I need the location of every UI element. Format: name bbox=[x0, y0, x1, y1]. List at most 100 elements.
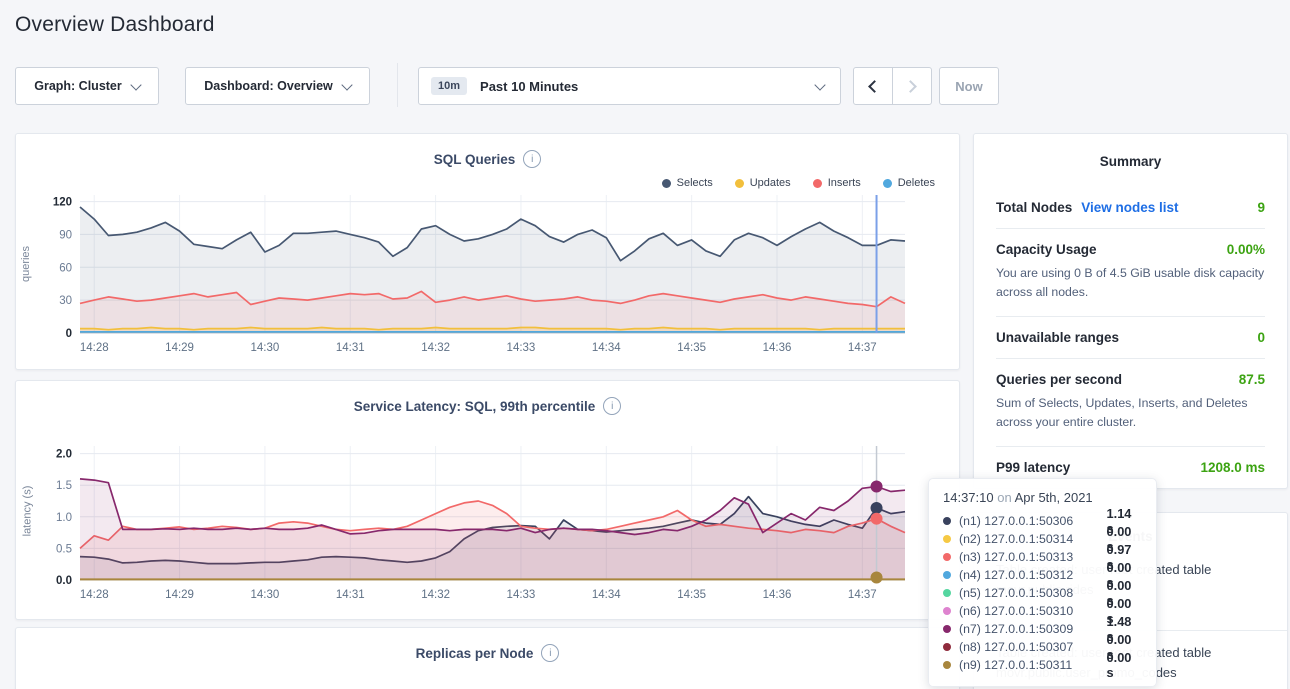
tooltip-node-label: (n7) 127.0.0.1:50309 bbox=[959, 622, 1107, 636]
sql-queries-title: SQL Queries i bbox=[15, 150, 960, 168]
p99-latency-value: 1208.0 ms bbox=[1200, 460, 1265, 475]
node-dot-icon bbox=[943, 625, 951, 633]
svg-text:1.0: 1.0 bbox=[56, 512, 72, 524]
svg-text:0.5: 0.5 bbox=[56, 543, 72, 555]
svg-text:60: 60 bbox=[59, 262, 72, 274]
prev-time-window-button[interactable] bbox=[854, 68, 892, 104]
tooltip-rows: (n1) 127.0.0.1:503061.14 s(n2) 127.0.0.1… bbox=[943, 512, 1142, 674]
svg-text:0: 0 bbox=[66, 328, 72, 340]
info-icon[interactable]: i bbox=[541, 644, 559, 662]
svg-text:14:28: 14:28 bbox=[80, 342, 109, 354]
chevron-down-icon bbox=[130, 79, 141, 90]
sql-queries-title-text: SQL Queries bbox=[434, 152, 516, 167]
chevron-down-icon bbox=[341, 79, 352, 90]
view-nodes-list-link[interactable]: View nodes list bbox=[1081, 200, 1178, 215]
queries-per-second-label: Queries per second bbox=[996, 372, 1122, 387]
now-button[interactable]: Now bbox=[939, 67, 999, 105]
p99-latency-label: P99 latency bbox=[996, 460, 1070, 475]
summary-row-unavailable-ranges: Unavailable ranges 0 bbox=[996, 316, 1265, 358]
svg-text:14:30: 14:30 bbox=[251, 342, 280, 354]
controls-divider bbox=[397, 63, 398, 107]
node-dot-icon bbox=[943, 571, 951, 579]
tooltip-node-label: (n5) 127.0.0.1:50308 bbox=[959, 586, 1107, 600]
overview-dashboard-page: Overview Dashboard Graph: Cluster Dashbo… bbox=[0, 0, 1290, 689]
unavailable-ranges-value: 0 bbox=[1257, 330, 1265, 345]
legend-item-updates[interactable]: Updates bbox=[735, 177, 791, 189]
tooltip-node-label: (n2) 127.0.0.1:50314 bbox=[959, 532, 1107, 546]
svg-text:14:35: 14:35 bbox=[677, 342, 706, 354]
service-latency-title: Service Latency: SQL, 99th percentile i bbox=[15, 397, 960, 415]
capacity-usage-desc: You are using 0 B of 4.5 GiB usable disk… bbox=[996, 264, 1265, 303]
service-latency-title-text: Service Latency: SQL, 99th percentile bbox=[354, 399, 596, 414]
deletes-dot-icon bbox=[883, 179, 892, 188]
total-nodes-label: Total Nodes bbox=[996, 200, 1072, 215]
capacity-usage-label: Capacity Usage bbox=[996, 242, 1097, 257]
service-latency-chart[interactable]: 0.00.51.01.52.014:2814:2914:3014:3114:32… bbox=[15, 438, 910, 604]
svg-text:14:32: 14:32 bbox=[421, 589, 450, 601]
now-button-label: Now bbox=[955, 79, 982, 94]
tooltip-node-label: (n8) 127.0.0.1:50307 bbox=[959, 640, 1107, 654]
svg-text:2.0: 2.0 bbox=[56, 449, 72, 461]
svg-text:14:31: 14:31 bbox=[336, 589, 365, 601]
svg-text:120: 120 bbox=[53, 197, 72, 209]
info-icon[interactable]: i bbox=[603, 397, 621, 415]
chevron-left-icon bbox=[868, 80, 881, 93]
time-range-badge: 10m bbox=[431, 77, 467, 95]
svg-text:14:34: 14:34 bbox=[592, 589, 621, 601]
tooltip-node-value: 0.00 s bbox=[1107, 650, 1142, 680]
summary-row-capacity-usage: Capacity Usage 0.00% You are using 0 B o… bbox=[996, 228, 1265, 316]
svg-text:14:30: 14:30 bbox=[251, 589, 280, 601]
legend-item-inserts[interactable]: Inserts bbox=[813, 177, 861, 189]
info-icon[interactable]: i bbox=[523, 150, 541, 168]
legend-item-selects[interactable]: Selects bbox=[662, 177, 713, 189]
tooltip-node-label: (n9) 127.0.0.1:50311 bbox=[959, 658, 1107, 672]
graph-dropdown[interactable]: Graph: Cluster bbox=[15, 67, 159, 105]
node-dot-icon bbox=[943, 535, 951, 543]
svg-text:14:29: 14:29 bbox=[165, 342, 194, 354]
queries-per-second-value: 87.5 bbox=[1239, 372, 1265, 387]
sql-queries-chart[interactable]: 030609012014:2814:2914:3014:3114:3214:33… bbox=[15, 187, 910, 357]
inserts-dot-icon bbox=[813, 179, 822, 188]
node-dot-icon bbox=[943, 661, 951, 669]
summary-card: Summary Total Nodes View nodes list 9 Ca… bbox=[973, 133, 1288, 489]
chart-hover-tooltip: 14:37:10 on Apr 5th, 2021 (n1) 127.0.0.1… bbox=[928, 478, 1157, 687]
node-dot-icon bbox=[943, 589, 951, 597]
tooltip-node-row: (n9) 127.0.0.1:503110.00 s bbox=[943, 656, 1142, 674]
svg-text:14:32: 14:32 bbox=[421, 342, 450, 354]
svg-text:14:28: 14:28 bbox=[80, 589, 109, 601]
svg-text:14:36: 14:36 bbox=[763, 589, 792, 601]
graph-dropdown-label: Graph: Cluster bbox=[34, 79, 122, 93]
time-range-label: Past 10 Minutes bbox=[480, 79, 578, 94]
tooltip-node-label: (n4) 127.0.0.1:50312 bbox=[959, 568, 1107, 582]
tooltip-node-label: (n3) 127.0.0.1:50313 bbox=[959, 550, 1107, 564]
node-dot-icon bbox=[943, 607, 951, 615]
node-dot-icon bbox=[943, 643, 951, 651]
tooltip-node-label: (n1) 127.0.0.1:50306 bbox=[959, 514, 1107, 528]
svg-text:14:34: 14:34 bbox=[592, 342, 621, 354]
tooltip-timestamp: 14:37:10 on Apr 5th, 2021 bbox=[943, 490, 1142, 505]
chevron-down-icon bbox=[814, 79, 825, 90]
svg-text:14:37: 14:37 bbox=[848, 342, 877, 354]
replicas-per-node-title: Replicas per Node i bbox=[15, 644, 960, 662]
page-title: Overview Dashboard bbox=[15, 13, 215, 37]
svg-text:14:36: 14:36 bbox=[763, 342, 792, 354]
svg-text:0.0: 0.0 bbox=[56, 575, 72, 587]
tooltip-node-label: (n6) 127.0.0.1:50310 bbox=[959, 604, 1107, 618]
summary-row-total-nodes: Total Nodes View nodes list 9 bbox=[996, 187, 1265, 228]
capacity-usage-value: 0.00% bbox=[1227, 242, 1265, 257]
svg-text:14:29: 14:29 bbox=[165, 589, 194, 601]
node-dot-icon bbox=[943, 517, 951, 525]
svg-text:14:33: 14:33 bbox=[507, 589, 536, 601]
total-nodes-value: 9 bbox=[1257, 200, 1265, 215]
svg-text:14:33: 14:33 bbox=[507, 342, 536, 354]
unavailable-ranges-label: Unavailable ranges bbox=[996, 330, 1119, 345]
time-range-selector[interactable]: 10m Past 10 Minutes bbox=[418, 67, 841, 105]
svg-text:14:31: 14:31 bbox=[336, 342, 365, 354]
queries-per-second-desc: Sum of Selects, Updates, Inserts, and De… bbox=[996, 394, 1265, 433]
summary-heading: Summary bbox=[996, 154, 1265, 169]
legend-item-deletes[interactable]: Deletes bbox=[883, 177, 935, 189]
summary-row-queries-per-second: Queries per second 87.5 Sum of Selects, … bbox=[996, 358, 1265, 446]
replicas-per-node-title-text: Replicas per Node bbox=[416, 646, 534, 661]
next-time-window-button[interactable] bbox=[892, 68, 931, 104]
dashboard-dropdown[interactable]: Dashboard: Overview bbox=[185, 67, 370, 105]
